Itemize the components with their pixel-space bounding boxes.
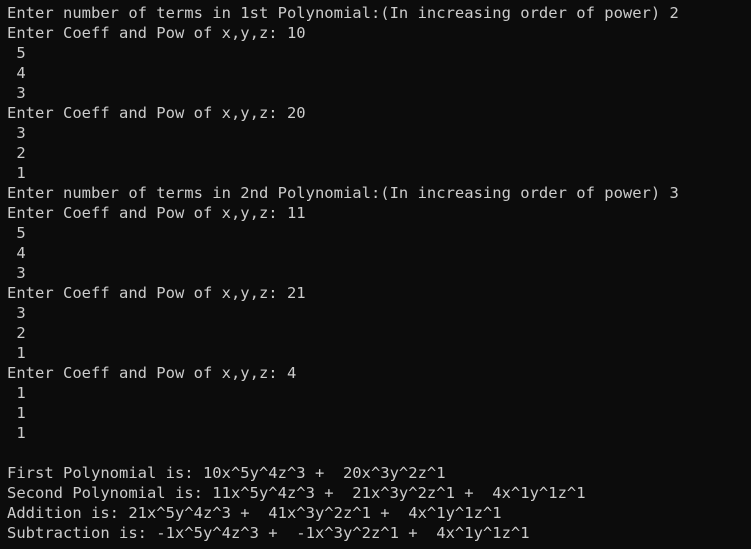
- input-value: 5: [7, 224, 26, 242]
- prompt-terms-second-polynomial: Enter number of terms in 2nd Polynomial:…: [7, 184, 679, 202]
- prompt-coeff-pow: Enter Coeff and Pow of x,y,z: 20: [7, 104, 306, 122]
- output-addition: Addition is: 21x^5y^4z^3 + 41x^3y^2z^1 +…: [7, 504, 502, 522]
- input-value: 1: [7, 404, 26, 422]
- input-value: 2: [7, 144, 26, 162]
- input-value: 3: [7, 84, 26, 102]
- input-value: 3: [7, 124, 26, 142]
- prompt-coeff-pow: Enter Coeff and Pow of x,y,z: 10: [7, 24, 306, 42]
- prompt-coeff-pow: Enter Coeff and Pow of x,y,z: 4: [7, 364, 297, 382]
- prompt-coeff-pow: Enter Coeff and Pow of x,y,z: 21: [7, 284, 306, 302]
- output-subtraction: Subtraction is: -1x^5y^4z^3 + -1x^3y^2z^…: [7, 524, 530, 542]
- terminal-output[interactable]: Enter number of terms in 1st Polynomial:…: [0, 0, 751, 549]
- input-value: 1: [7, 384, 26, 402]
- input-value: 3: [7, 264, 26, 282]
- input-value: 2: [7, 324, 26, 342]
- input-value: 4: [7, 64, 26, 82]
- input-value: 5: [7, 44, 26, 62]
- prompt-coeff-pow: Enter Coeff and Pow of x,y,z: 11: [7, 204, 306, 222]
- input-value: 1: [7, 164, 26, 182]
- output-first-polynomial: First Polynomial is: 10x^5y^4z^3 + 20x^3…: [7, 464, 446, 482]
- input-value: 1: [7, 424, 26, 442]
- input-value: 3: [7, 304, 26, 322]
- input-value: 4: [7, 244, 26, 262]
- clipped-exit-line: [7, 543, 751, 547]
- output-second-polynomial: Second Polynomial is: 11x^5y^4z^3 + 21x^…: [7, 484, 586, 502]
- input-value: 1: [7, 344, 26, 362]
- prompt-terms-first-polynomial: Enter number of terms in 1st Polynomial:…: [7, 4, 679, 22]
